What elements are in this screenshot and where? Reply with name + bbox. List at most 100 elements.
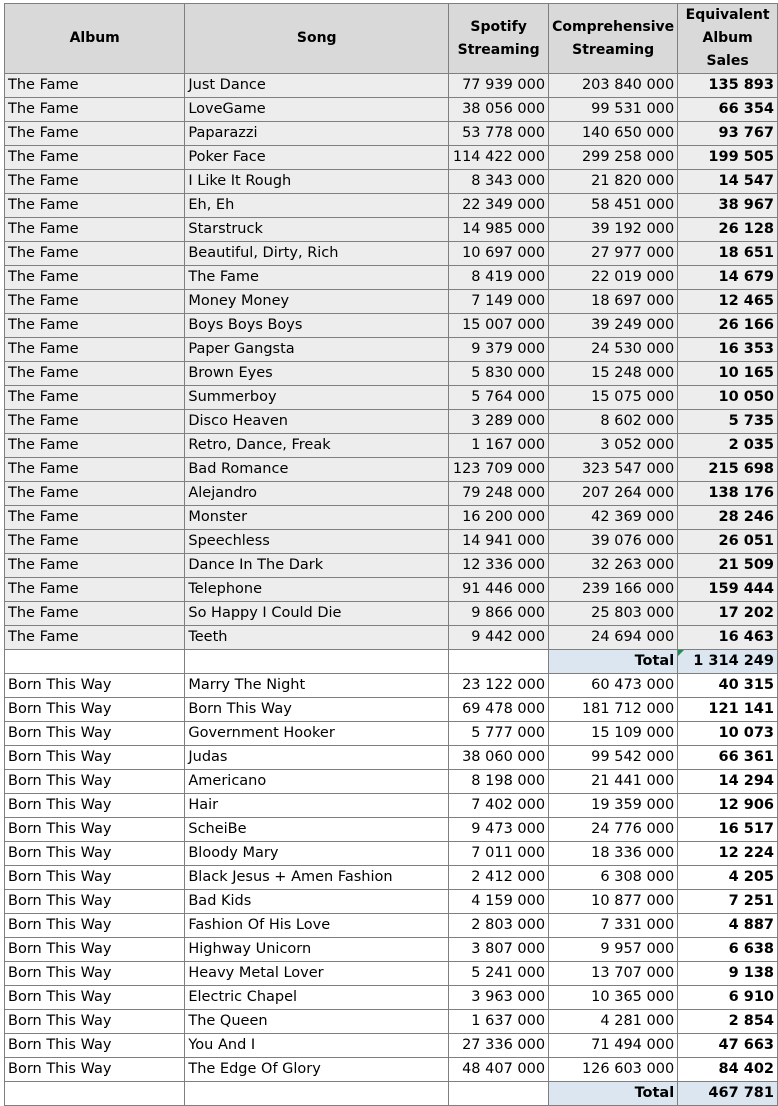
equivalent-album-sales-cell[interactable]: 9 138	[677, 961, 778, 986]
song-cell[interactable]: Speechless	[184, 529, 450, 554]
spotify-streaming-cell[interactable]: 79 248 000	[448, 481, 550, 506]
song-cell[interactable]: LoveGame	[184, 97, 450, 122]
comprehensive-streaming-cell[interactable]: 18 697 000	[548, 289, 679, 314]
comprehensive-streaming-cell[interactable]: 24 530 000	[548, 337, 679, 362]
song-cell[interactable]: The Queen	[184, 1009, 450, 1034]
album-cell[interactable]: Born This Way	[3, 769, 186, 794]
album-cell[interactable]: The Fame	[3, 193, 186, 218]
spotify-streaming-cell[interactable]: 123 709 000	[448, 457, 550, 482]
comprehensive-streaming-cell[interactable]: 21 441 000	[548, 769, 679, 794]
spotify-streaming-cell[interactable]: 5 764 000	[448, 385, 550, 410]
spotify-streaming-cell[interactable]: 9 442 000	[448, 625, 550, 650]
equivalent-album-sales-cell[interactable]: 21 509	[677, 553, 778, 578]
equivalent-album-sales-cell[interactable]: 159 444	[677, 577, 778, 602]
song-cell[interactable]: Disco Heaven	[184, 409, 450, 434]
equivalent-album-sales-cell[interactable]: 12 465	[677, 289, 778, 314]
album-cell[interactable]: Born This Way	[3, 1009, 186, 1034]
equivalent-album-sales-cell[interactable]: 10 165	[677, 361, 778, 386]
album-cell[interactable]: The Fame	[3, 625, 186, 650]
song-cell[interactable]: So Happy I Could Die	[184, 601, 450, 626]
equivalent-album-sales-cell[interactable]: 138 176	[677, 481, 778, 506]
album-cell[interactable]: The Fame	[3, 409, 186, 434]
album-cell[interactable]: Born This Way	[3, 673, 186, 698]
equivalent-album-sales-cell[interactable]: 16 517	[677, 817, 778, 842]
equivalent-album-sales-cell[interactable]: 121 141	[677, 697, 778, 722]
album-cell[interactable]: The Fame	[3, 289, 186, 314]
equivalent-album-sales-cell[interactable]: 12 224	[677, 841, 778, 866]
song-cell[interactable]: Brown Eyes	[184, 361, 450, 386]
equivalent-album-sales-cell[interactable]: 6 638	[677, 937, 778, 962]
spotify-streaming-cell[interactable]: 12 336 000	[448, 553, 550, 578]
album-cell[interactable]: The Fame	[3, 553, 186, 578]
song-cell[interactable]: Black Jesus + Amen Fashion	[184, 865, 450, 890]
equivalent-album-sales-cell[interactable]: 26 128	[677, 217, 778, 242]
comprehensive-streaming-cell[interactable]: 4 281 000	[548, 1009, 679, 1034]
comprehensive-streaming-cell[interactable]: 27 977 000	[548, 241, 679, 266]
comprehensive-streaming-cell[interactable]: 203 840 000	[548, 73, 679, 98]
spotify-streaming-cell[interactable]: 91 446 000	[448, 577, 550, 602]
song-cell[interactable]: Paparazzi	[184, 121, 450, 146]
comprehensive-streaming-cell[interactable]: 181 712 000	[548, 697, 679, 722]
album-cell[interactable]: Born This Way	[3, 721, 186, 746]
song-cell[interactable]: ScheiBe	[184, 817, 450, 842]
song-cell[interactable]: Eh, Eh	[184, 193, 450, 218]
equivalent-album-sales-cell[interactable]: 26 166	[677, 313, 778, 338]
album-cell[interactable]: The Fame	[3, 433, 186, 458]
comprehensive-streaming-cell[interactable]: 42 369 000	[548, 505, 679, 530]
spotify-streaming-cell[interactable]: 53 778 000	[448, 121, 550, 146]
equivalent-album-sales-cell[interactable]: 40 315	[677, 673, 778, 698]
song-cell[interactable]: Bad Kids	[184, 889, 450, 914]
equivalent-album-sales-cell[interactable]: 84 402	[677, 1057, 778, 1082]
comprehensive-streaming-cell[interactable]: 7 331 000	[548, 913, 679, 938]
total-label[interactable]: Total	[548, 649, 679, 674]
comprehensive-streaming-cell[interactable]: 39 076 000	[548, 529, 679, 554]
header-spotify-streaming[interactable]: Spotify Streaming	[448, 3, 550, 74]
spotify-streaming-cell[interactable]: 69 478 000	[448, 697, 550, 722]
comprehensive-streaming-cell[interactable]: 39 192 000	[548, 217, 679, 242]
song-cell[interactable]: Telephone	[184, 577, 450, 602]
spotify-streaming-cell[interactable]: 5 830 000	[448, 361, 550, 386]
album-cell[interactable]: The Fame	[3, 313, 186, 338]
album-cell[interactable]: The Fame	[3, 505, 186, 530]
spotify-streaming-cell[interactable]: 9 866 000	[448, 601, 550, 626]
song-cell[interactable]: Poker Face	[184, 145, 450, 170]
song-cell[interactable]: Teeth	[184, 625, 450, 650]
total-label[interactable]: Total	[548, 1081, 679, 1106]
album-cell[interactable]: The Fame	[3, 73, 186, 98]
spotify-streaming-cell[interactable]: 2 803 000	[448, 913, 550, 938]
comprehensive-streaming-cell[interactable]: 39 249 000	[548, 313, 679, 338]
comprehensive-streaming-cell[interactable]: 25 803 000	[548, 601, 679, 626]
spotify-streaming-cell[interactable]: 5 777 000	[448, 721, 550, 746]
equivalent-album-sales-cell[interactable]: 199 505	[677, 145, 778, 170]
comprehensive-streaming-cell[interactable]: 60 473 000	[548, 673, 679, 698]
comprehensive-streaming-cell[interactable]: 18 336 000	[548, 841, 679, 866]
total-value[interactable]: 1 314 249	[677, 649, 778, 674]
spotify-streaming-cell[interactable]: 38 060 000	[448, 745, 550, 770]
equivalent-album-sales-cell[interactable]: 10 073	[677, 721, 778, 746]
song-cell[interactable]: Fashion Of His Love	[184, 913, 450, 938]
album-cell[interactable]: Born This Way	[3, 745, 186, 770]
equivalent-album-sales-cell[interactable]: 135 893	[677, 73, 778, 98]
equivalent-album-sales-cell[interactable]: 16 353	[677, 337, 778, 362]
album-cell[interactable]: Born This Way	[3, 1033, 186, 1058]
song-cell[interactable]: Hair	[184, 793, 450, 818]
song-cell[interactable]: Summerboy	[184, 385, 450, 410]
song-cell[interactable]: Monster	[184, 505, 450, 530]
comprehensive-streaming-cell[interactable]: 58 451 000	[548, 193, 679, 218]
song-cell[interactable]: Money Money	[184, 289, 450, 314]
spotify-streaming-cell[interactable]: 3 963 000	[448, 985, 550, 1010]
equivalent-album-sales-cell[interactable]: 2 035	[677, 433, 778, 458]
empty-cell[interactable]	[3, 1081, 186, 1106]
song-cell[interactable]: You And I	[184, 1033, 450, 1058]
equivalent-album-sales-cell[interactable]: 17 202	[677, 601, 778, 626]
album-cell[interactable]: Born This Way	[3, 961, 186, 986]
comprehensive-streaming-cell[interactable]: 22 019 000	[548, 265, 679, 290]
equivalent-album-sales-cell[interactable]: 38 967	[677, 193, 778, 218]
equivalent-album-sales-cell[interactable]: 215 698	[677, 457, 778, 482]
equivalent-album-sales-cell[interactable]: 10 050	[677, 385, 778, 410]
spotify-streaming-cell[interactable]: 8 343 000	[448, 169, 550, 194]
equivalent-album-sales-cell[interactable]: 66 354	[677, 97, 778, 122]
song-cell[interactable]: Bloody Mary	[184, 841, 450, 866]
comprehensive-streaming-cell[interactable]: 71 494 000	[548, 1033, 679, 1058]
equivalent-album-sales-cell[interactable]: 7 251	[677, 889, 778, 914]
